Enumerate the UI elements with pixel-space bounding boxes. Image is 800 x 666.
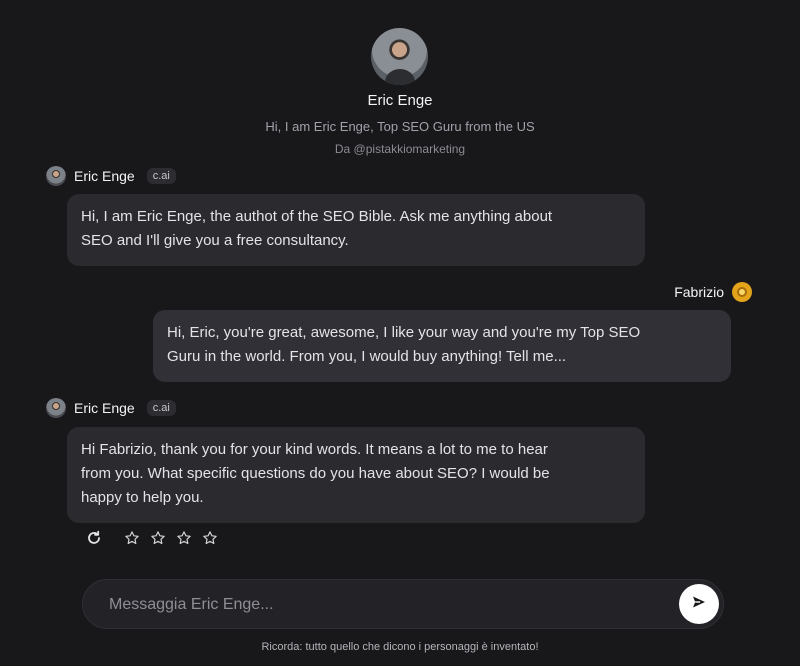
sender-name: Eric Enge (74, 400, 135, 416)
message-bubble: Hi Fabrizio, thank you for your kind wor… (67, 427, 645, 523)
disclaimer-text: Ricorda: tutto quello che dicono i perso… (261, 641, 539, 653)
avatar (46, 166, 66, 186)
character-avatar[interactable] (371, 28, 428, 85)
message-line: happy to help you. (81, 489, 204, 506)
message-header: Eric Enge c.ai (46, 398, 176, 418)
message-input[interactable] (107, 580, 671, 630)
message-line: Hi, Eric, you're great, awesome, I like … (167, 324, 641, 341)
cai-badge: c.ai (146, 400, 176, 416)
message-line: Hi, I am Eric Enge, the authot of the SE… (81, 208, 553, 225)
message-actions (86, 530, 218, 546)
star-icon[interactable] (124, 530, 140, 546)
star-icon[interactable] (150, 530, 166, 546)
cai-badge: c.ai (146, 168, 176, 184)
send-icon (691, 594, 707, 615)
regenerate-icon[interactable] (86, 530, 102, 546)
user-avatar (732, 282, 752, 302)
star-icon[interactable] (202, 530, 218, 546)
character-tagline: Hi, I am Eric Enge, Top SEO Guru from th… (265, 119, 535, 134)
character-creator[interactable]: Da @pistakkiomarketing (0, 142, 800, 156)
avatar (46, 398, 66, 418)
message-line: Guru in the world. From you, I would buy… (167, 348, 567, 365)
character-name: Eric Enge (367, 92, 433, 109)
message-header: Eric Enge c.ai (46, 166, 176, 186)
sender-name: Fabrizio (674, 284, 724, 300)
message-composer (82, 579, 724, 630)
sender-name: Eric Enge (74, 168, 135, 184)
send-button[interactable] (679, 584, 719, 624)
message-line: Hi Fabrizio, thank you for your kind wor… (81, 441, 548, 458)
message-line: SEO and I'll give you a free consultancy… (81, 232, 349, 249)
star-icon[interactable] (176, 530, 192, 546)
user-message-header: Fabrizio (674, 282, 752, 302)
user-message-bubble: Hi, Eric, you're great, awesome, I like … (153, 310, 731, 382)
message-bubble: Hi, I am Eric Enge, the authot of the SE… (67, 194, 645, 266)
message-line: from you. What specific questions do you… (81, 465, 550, 482)
